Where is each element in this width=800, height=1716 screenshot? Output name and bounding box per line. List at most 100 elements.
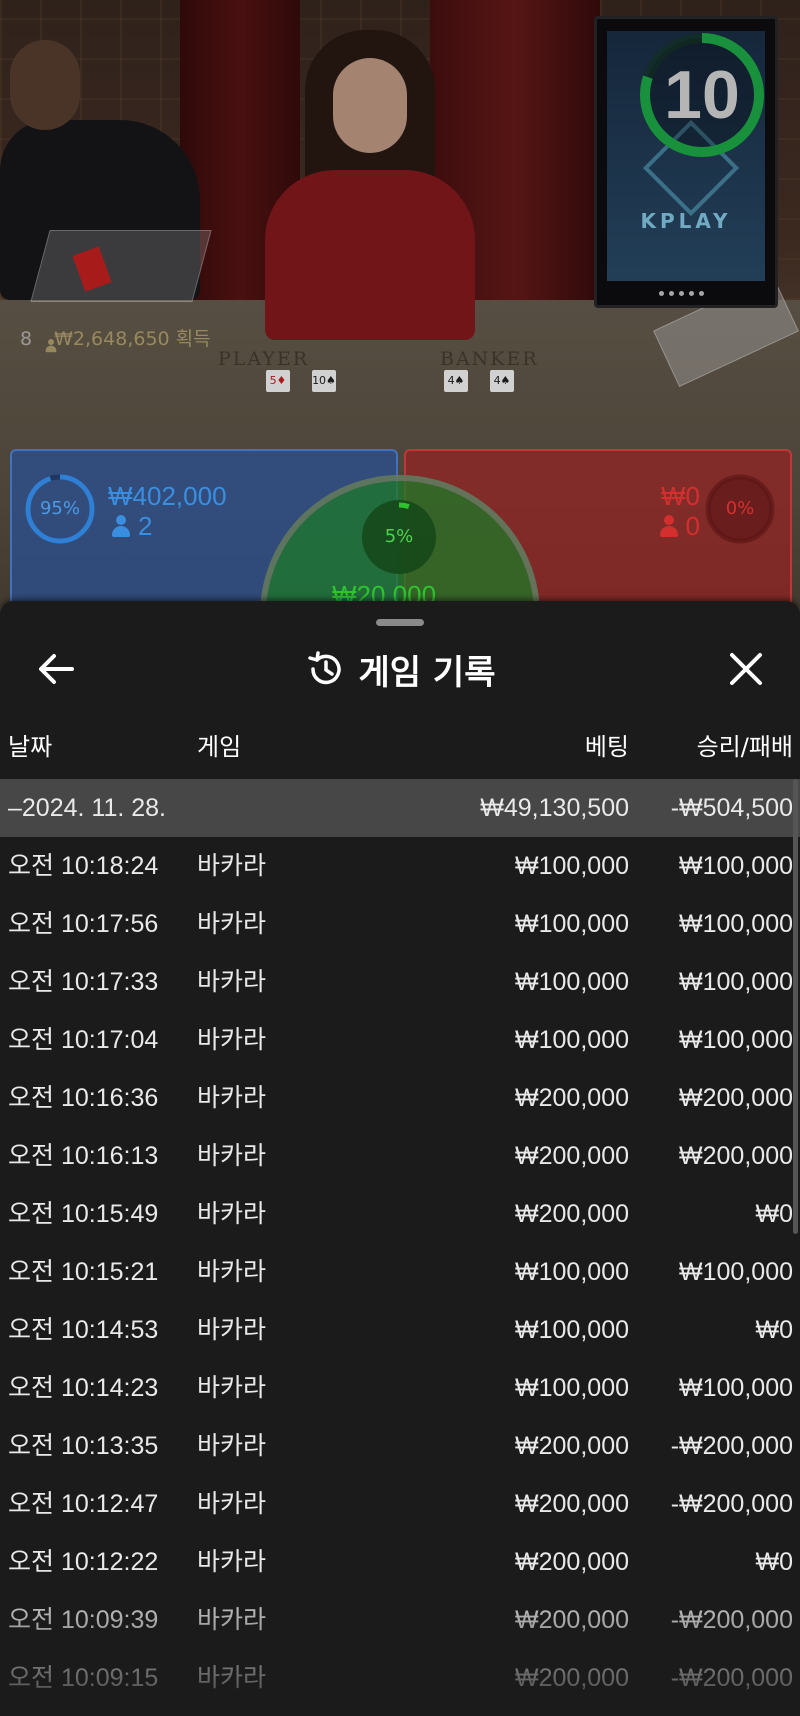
row-time: 오전 10:18:24 [8, 852, 159, 880]
row-result: ₩100,000 [679, 910, 793, 938]
date-group-row[interactable]: –2024. 11. 28. ₩49,130,500 -₩504,500 [0, 779, 800, 837]
tie-percent-ring: 5% [362, 500, 436, 574]
banker-count-value: 0 [685, 511, 700, 541]
history-row[interactable]: 오전 10:09:39 바카라 ₩200,000 -₩200,000 [0, 1591, 800, 1649]
column-header-date: 날짜 [8, 733, 53, 761]
history-clock-icon [307, 651, 341, 685]
row-bet: ₩200,000 [515, 1664, 629, 1692]
person-icon [659, 515, 678, 537]
column-header-bet: 베팅 [584, 733, 629, 761]
row-bet: ₩200,000 [515, 1084, 629, 1112]
row-result: ₩100,000 [679, 1258, 793, 1286]
row-bet: ₩100,000 [515, 1258, 629, 1286]
banker-percent-ring: 0% [704, 473, 776, 545]
sheet-grab-handle[interactable] [376, 619, 424, 626]
row-result: -₩200,000 [670, 1490, 793, 1518]
row-time: 오전 10:09:15 [8, 1664, 159, 1692]
column-header-game: 게임 [197, 733, 242, 761]
panel-title: 게임 기록 [358, 652, 496, 693]
row-time: 오전 10:13:35 [8, 1432, 159, 1460]
panel-header: 게임 기록 [0, 641, 800, 697]
history-row[interactable]: 오전 10:14:53 바카라 ₩100,000 ₩0 [0, 1301, 800, 1359]
history-scrollbar[interactable] [793, 779, 798, 1234]
row-game: 바카라 [197, 968, 267, 996]
row-game: 바카라 [197, 852, 267, 880]
history-row[interactable]: 오전 10:12:22 바카라 ₩200,000 ₩0 [0, 1533, 800, 1591]
row-bet: ₩200,000 [515, 1432, 629, 1460]
history-row[interactable]: 오전 10:17:04 바카라 ₩100,000 ₩100,000 [0, 1011, 800, 1069]
player-percent: 95% [39, 498, 80, 519]
row-bet: ₩100,000 [515, 1316, 629, 1344]
row-bet: ₩200,000 [515, 1200, 629, 1228]
close-button[interactable] [716, 641, 776, 697]
row-result: -₩200,000 [670, 1606, 793, 1634]
row-bet: ₩100,000 [515, 910, 629, 938]
row-bet: ₩100,000 [515, 852, 629, 880]
row-time: 오전 10:17:04 [8, 1026, 159, 1054]
row-game: 바카라 [197, 1606, 267, 1634]
row-game: 바카라 [197, 1084, 267, 1112]
row-game: 바카라 [197, 1432, 267, 1460]
row-bet: ₩100,000 [515, 1374, 629, 1402]
row-time: 오전 10:17:56 [8, 910, 159, 938]
game-history-panel: 게임 기록 날짜 게임 베팅 승리/패배 –2024. 11. 28. ₩49,… [0, 601, 800, 1716]
row-result: ₩100,000 [679, 852, 793, 880]
close-icon [730, 653, 762, 685]
history-row[interactable]: 오전 10:09:15 바카라 ₩200,000 -₩200,000 [0, 1649, 800, 1707]
tie-percent-arc [364, 502, 434, 572]
history-list[interactable]: –2024. 11. 28. ₩49,130,500 -₩504,500 오전 … [0, 779, 800, 1716]
history-row[interactable]: 오전 10:12:47 바카라 ₩200,000 -₩200,000 [0, 1475, 800, 1533]
player-percent-ring: 95% [24, 473, 96, 545]
row-bet: ₩100,000 [515, 1026, 629, 1054]
row-result: ₩0 [755, 1200, 794, 1228]
column-header-result: 승리/패배 [696, 733, 793, 761]
history-row[interactable]: 오전 10:15:49 바카라 ₩200,000 ₩0 [0, 1185, 800, 1243]
row-result: ₩100,000 [679, 1026, 793, 1054]
row-time: 오전 10:14:53 [8, 1316, 159, 1344]
row-time: 오전 10:12:22 [8, 1548, 159, 1576]
history-row[interactable]: 오전 10:16:13 바카라 ₩200,000 ₩200,000 [0, 1127, 800, 1185]
row-time: 오전 10:15:49 [8, 1200, 159, 1228]
row-result: ₩0 [755, 1316, 794, 1344]
row-game: 바카라 [197, 1258, 267, 1286]
row-game: 바카라 [197, 1374, 267, 1402]
player-bettor-count: 2 [112, 511, 152, 542]
banker-bettor-count: 0 [659, 511, 700, 542]
row-result: -₩200,000 [670, 1664, 793, 1692]
row-result: ₩200,000 [679, 1142, 793, 1170]
group-result-total: -₩504,500 [670, 794, 793, 822]
row-result: -₩200,000 [670, 1432, 793, 1460]
row-game: 바카라 [197, 1490, 267, 1518]
row-game: 바카라 [197, 910, 267, 938]
row-result: ₩0 [755, 1548, 794, 1576]
row-game: 바카라 [197, 1548, 267, 1576]
row-bet: ₩200,000 [515, 1142, 629, 1170]
row-result: ₩100,000 [679, 968, 793, 996]
history-row[interactable]: 오전 10:17:33 바카라 ₩100,000 ₩100,000 [0, 953, 800, 1011]
row-result: ₩100,000 [679, 1374, 793, 1402]
row-time: 오전 10:15:21 [8, 1258, 159, 1286]
row-game: 바카라 [197, 1200, 267, 1228]
player-bet-amount: ₩402,000 [108, 481, 227, 511]
history-column-headers: 날짜 게임 베팅 승리/패배 [0, 724, 800, 770]
row-game: 바카라 [197, 1664, 267, 1692]
history-row[interactable]: 오전 10:14:23 바카라 ₩100,000 ₩100,000 [0, 1359, 800, 1417]
row-game: 바카라 [197, 1142, 267, 1170]
history-row[interactable]: 오전 10:18:24 바카라 ₩100,000 ₩100,000 [0, 837, 800, 895]
history-row[interactable]: 오전 10:13:35 바카라 ₩200,000 -₩200,000 [0, 1417, 800, 1475]
row-time: 오전 10:14:23 [8, 1374, 159, 1402]
row-time: 오전 10:16:36 [8, 1084, 159, 1112]
history-row[interactable]: 오전 10:17:56 바카라 ₩100,000 ₩100,000 [0, 895, 800, 953]
row-bet: ₩200,000 [515, 1490, 629, 1518]
row-bet: ₩200,000 [515, 1606, 629, 1634]
banker-bet-amount: ₩0 [661, 481, 700, 511]
group-bet-total: ₩49,130,500 [480, 794, 629, 822]
row-game: 바카라 [197, 1026, 267, 1054]
person-icon [112, 515, 130, 537]
row-time: 오전 10:12:47 [8, 1490, 159, 1518]
history-row[interactable]: 오전 10:15:21 바카라 ₩100,000 ₩100,000 [0, 1243, 800, 1301]
history-row[interactable]: 오전 10:16:36 바카라 ₩200,000 ₩200,000 [0, 1069, 800, 1127]
row-result: ₩200,000 [679, 1084, 793, 1112]
row-game: 바카라 [197, 1316, 267, 1344]
banker-percent: 0% [725, 498, 755, 519]
